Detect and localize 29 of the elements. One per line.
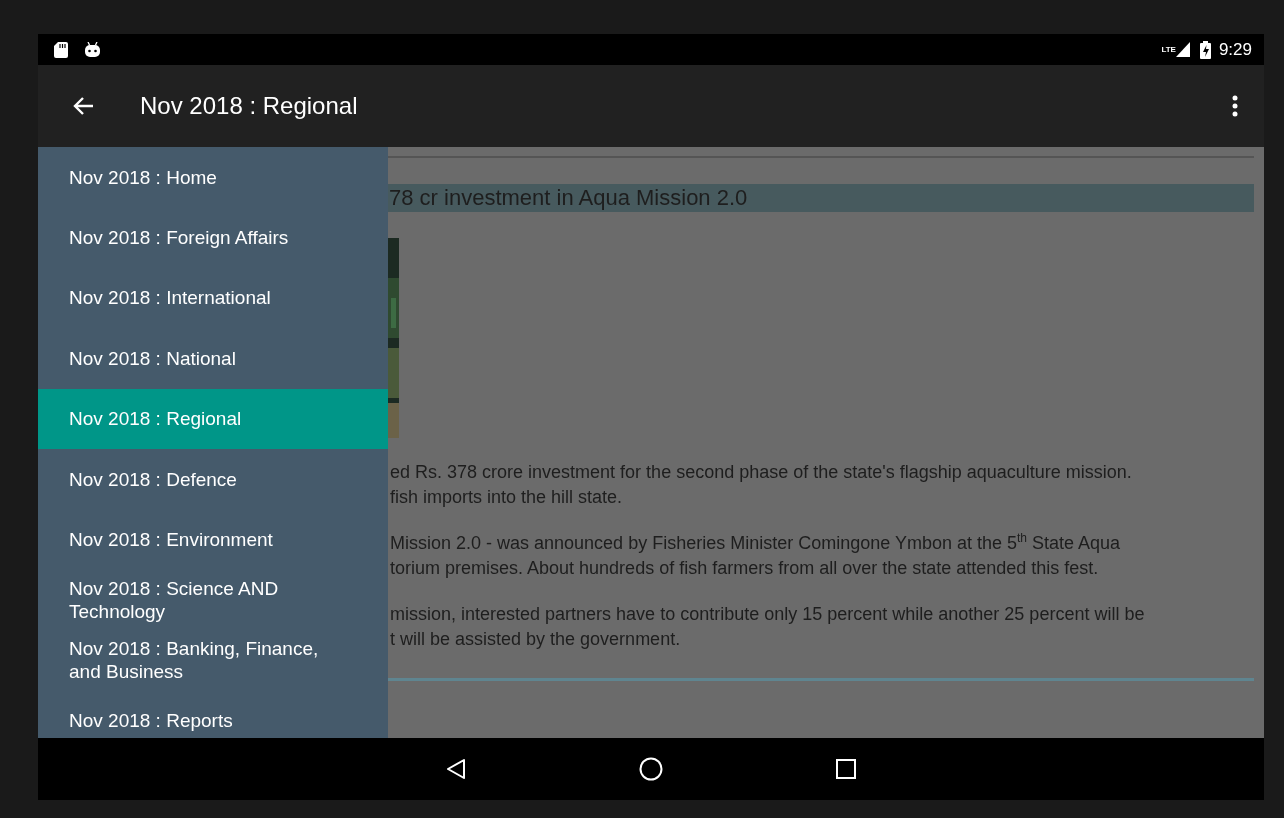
article-text-line: mission, interested partners have to contribute only 15 percent while another 25 percent will be <box>389 603 1146 626</box>
menu-icon <box>1232 95 1238 117</box>
clock-time: 9:29 <box>1218 39 1252 60</box>
circle-icon <box>639 757 663 781</box>
article-text-line: fish imports into the hill state. <box>389 486 624 509</box>
screen-title: Nov 2018 : Regional <box>140 92 359 120</box>
drawer-item[interactable]: Nov 2018 : Banking, Finance, and Business <box>38 630 388 691</box>
drawer-item[interactable]: Nov 2018 : National <box>38 328 388 389</box>
drawer-item[interactable]: Nov 2018 : Home <box>38 147 388 208</box>
drawer-item[interactable]: Nov 2018 : Science AND Technology <box>38 569 388 631</box>
signal-icon <box>1175 42 1190 57</box>
network-label: LTE <box>1161 46 1176 54</box>
drawer-item[interactable]: Nov 2018 : Reports <box>38 690 388 738</box>
drawer-item[interactable]: Nov 2018 : Regional <box>38 388 388 449</box>
back-triangle-icon <box>446 758 466 780</box>
drawer-item[interactable]: Nov 2018 : Environment <box>38 509 388 570</box>
article-headline: 78 cr investment in Aqua Mission 2.0 <box>388 184 1254 212</box>
robot-icon <box>84 41 101 58</box>
drawer-item[interactable]: Nov 2018 : International <box>38 267 388 329</box>
drawer-item[interactable]: Nov 2018 : Defence <box>38 448 388 510</box>
article-text-line: torium premises. About hundreds of fish farmers from all over the state attended this fest. <box>389 557 1100 580</box>
article-text-line: t will be assisted by the government. <box>389 628 682 651</box>
article-text-line: ed Rs. 378 crore investment for the second phase of the state's flagship aquaculture mission. <box>389 461 1133 484</box>
drawer-item[interactable]: Nov 2018 : Foreign Affairs <box>38 207 388 268</box>
back-arrow-icon <box>72 96 94 116</box>
square-icon <box>836 759 856 779</box>
battery-charging-icon <box>1199 40 1211 59</box>
sd-card-icon <box>54 41 68 58</box>
article-text-line: Mission 2.0 - was announced by Fisheries Minister Comingone Ymbon at the 5$^{th}$ State Aqua <box>389 531 1122 555</box>
